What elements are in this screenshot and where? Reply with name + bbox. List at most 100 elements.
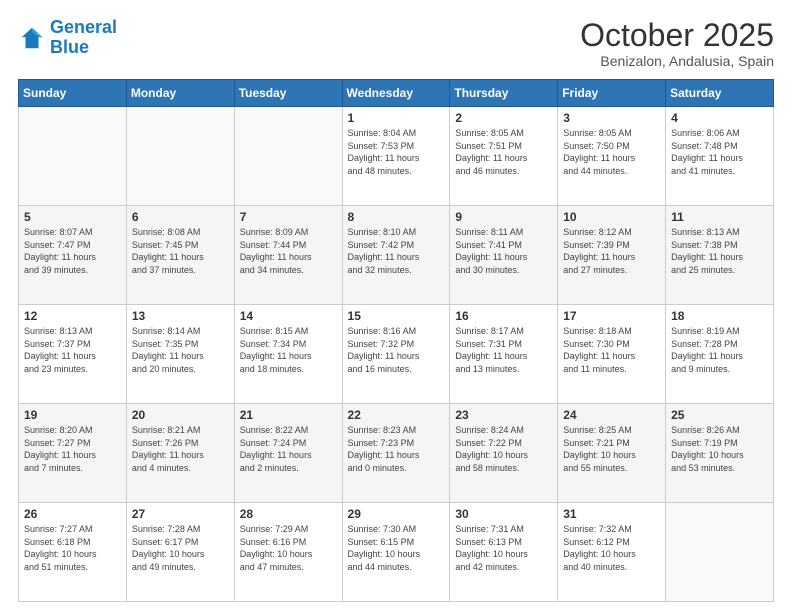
calendar-cell: 18 Sunrise: 8:19 AM Sunset: 7:28 PM Dayli… [666, 305, 774, 404]
calendar-cell: 5 Sunrise: 8:07 AM Sunset: 7:47 PM Daylig… [19, 206, 127, 305]
calendar-cell: 12Sunrise: 8:13 AM Sunset: 7:37 PM Dayli… [19, 305, 127, 404]
calendar-cell: 14 Sunrise: 8:15 AM Sunset: 7:34 PM Dayli… [234, 305, 342, 404]
calendar-cell: 8 Sunrise: 8:10 AM Sunset: 7:42 PM Daylig… [342, 206, 450, 305]
calendar-cell: 16 Sunrise: 8:17 AM Sunset: 7:31 PM Dayli… [450, 305, 558, 404]
day-info: Sunrise: 8:17 AM Sunset: 7:31 PM Dayligh… [455, 325, 552, 375]
calendar-cell: 22 Sunrise: 8:23 AM Sunset: 7:23 PM Dayli… [342, 404, 450, 503]
day-info: Sunrise: 8:10 AM Sunset: 7:42 PM Dayligh… [348, 226, 445, 276]
calendar-day-header: Tuesday [234, 80, 342, 107]
day-info: Sunrise: 8:08 AM Sunset: 7:45 PM Dayligh… [132, 226, 229, 276]
calendar-cell: 11Sunrise: 8:13 AM Sunset: 7:38 PM Dayli… [666, 206, 774, 305]
day-info: Sunrise: 8:16 AM Sunset: 7:32 PM Dayligh… [348, 325, 445, 375]
day-info: Sunrise: 7:27 AM Sunset: 6:18 PM Dayligh… [24, 523, 121, 573]
day-number: 4 [671, 111, 768, 125]
calendar-cell: 3 Sunrise: 8:05 AM Sunset: 7:50 PM Daylig… [558, 107, 666, 206]
header: General Blue October 2025 Benizalon, And… [18, 18, 774, 69]
calendar-header-row: SundayMondayTuesdayWednesdayThursdayFrid… [19, 80, 774, 107]
day-info: Sunrise: 8:09 AM Sunset: 7:44 PM Dayligh… [240, 226, 337, 276]
calendar-day-header: Monday [126, 80, 234, 107]
calendar-day-header: Saturday [666, 80, 774, 107]
calendar-day-header: Friday [558, 80, 666, 107]
calendar-day-header: Sunday [19, 80, 127, 107]
calendar-cell: 26Sunrise: 7:27 AM Sunset: 6:18 PM Dayli… [19, 503, 127, 602]
calendar-week-row: 12Sunrise: 8:13 AM Sunset: 7:37 PM Dayli… [19, 305, 774, 404]
subtitle: Benizalon, Andalusia, Spain [580, 53, 774, 69]
calendar-cell [126, 107, 234, 206]
calendar-cell: 9 Sunrise: 8:11 AM Sunset: 7:41 PM Daylig… [450, 206, 558, 305]
calendar-cell: 2Sunrise: 8:05 AM Sunset: 7:51 PM Daylig… [450, 107, 558, 206]
day-number: 31 [563, 507, 660, 521]
title-area: October 2025 Benizalon, Andalusia, Spain [580, 18, 774, 69]
calendar-cell: 30Sunrise: 7:31 AM Sunset: 6:13 PM Dayli… [450, 503, 558, 602]
calendar-cell [234, 107, 342, 206]
calendar-week-row: 5 Sunrise: 8:07 AM Sunset: 7:47 PM Daylig… [19, 206, 774, 305]
day-info: Sunrise: 7:32 AM Sunset: 6:12 PM Dayligh… [563, 523, 660, 573]
day-number: 17 [563, 309, 660, 323]
calendar-cell: 27Sunrise: 7:28 AM Sunset: 6:17 PM Dayli… [126, 503, 234, 602]
calendar-cell [19, 107, 127, 206]
logo-icon [18, 24, 46, 52]
day-number: 18 [671, 309, 768, 323]
calendar-week-row: 19Sunrise: 8:20 AM Sunset: 7:27 PM Dayli… [19, 404, 774, 503]
day-info: Sunrise: 8:24 AM Sunset: 7:22 PM Dayligh… [455, 424, 552, 474]
day-number: 25 [671, 408, 768, 422]
calendar-cell: 10 Sunrise: 8:12 AM Sunset: 7:39 PM Dayli… [558, 206, 666, 305]
day-number: 29 [348, 507, 445, 521]
day-info: Sunrise: 8:21 AM Sunset: 7:26 PM Dayligh… [132, 424, 229, 474]
day-number: 3 [563, 111, 660, 125]
calendar-cell: 29Sunrise: 7:30 AM Sunset: 6:15 PM Dayli… [342, 503, 450, 602]
day-number: 8 [348, 210, 445, 224]
calendar-cell: 25 Sunrise: 8:26 AM Sunset: 7:19 PM Dayli… [666, 404, 774, 503]
day-number: 23 [455, 408, 552, 422]
day-number: 24 [563, 408, 660, 422]
calendar-cell: 21 Sunrise: 8:22 AM Sunset: 7:24 PM Dayli… [234, 404, 342, 503]
day-info: Sunrise: 8:14 AM Sunset: 7:35 PM Dayligh… [132, 325, 229, 375]
day-number: 22 [348, 408, 445, 422]
day-info: Sunrise: 8:05 AM Sunset: 7:51 PM Dayligh… [455, 127, 552, 177]
day-number: 14 [240, 309, 337, 323]
day-info: Sunrise: 8:23 AM Sunset: 7:23 PM Dayligh… [348, 424, 445, 474]
day-number: 12 [24, 309, 121, 323]
day-number: 30 [455, 507, 552, 521]
day-number: 1 [348, 111, 445, 125]
day-number: 9 [455, 210, 552, 224]
day-info: Sunrise: 8:05 AM Sunset: 7:50 PM Dayligh… [563, 127, 660, 177]
calendar-week-row: 1 Sunrise: 8:04 AM Sunset: 7:53 PM Daylig… [19, 107, 774, 206]
day-number: 13 [132, 309, 229, 323]
day-info: Sunrise: 8:06 AM Sunset: 7:48 PM Dayligh… [671, 127, 768, 177]
day-number: 21 [240, 408, 337, 422]
day-info: Sunrise: 8:13 AM Sunset: 7:38 PM Dayligh… [671, 226, 768, 276]
day-number: 15 [348, 309, 445, 323]
page: General Blue October 2025 Benizalon, And… [0, 0, 792, 612]
calendar-day-header: Wednesday [342, 80, 450, 107]
day-number: 5 [24, 210, 121, 224]
logo-line2: Blue [50, 37, 89, 57]
day-number: 28 [240, 507, 337, 521]
calendar-cell: 13 Sunrise: 8:14 AM Sunset: 7:35 PM Dayli… [126, 305, 234, 404]
day-info: Sunrise: 8:18 AM Sunset: 7:30 PM Dayligh… [563, 325, 660, 375]
calendar-cell: 4 Sunrise: 8:06 AM Sunset: 7:48 PM Daylig… [666, 107, 774, 206]
calendar-cell: 20Sunrise: 8:21 AM Sunset: 7:26 PM Dayli… [126, 404, 234, 503]
main-title: October 2025 [580, 18, 774, 53]
calendar-cell: 28Sunrise: 7:29 AM Sunset: 6:16 PM Dayli… [234, 503, 342, 602]
calendar-cell: 6Sunrise: 8:08 AM Sunset: 7:45 PM Daylig… [126, 206, 234, 305]
day-number: 16 [455, 309, 552, 323]
day-number: 10 [563, 210, 660, 224]
logo-line1: General [50, 17, 117, 37]
day-info: Sunrise: 8:19 AM Sunset: 7:28 PM Dayligh… [671, 325, 768, 375]
day-info: Sunrise: 8:26 AM Sunset: 7:19 PM Dayligh… [671, 424, 768, 474]
day-info: Sunrise: 8:07 AM Sunset: 7:47 PM Dayligh… [24, 226, 121, 276]
calendar-cell: 23 Sunrise: 8:24 AM Sunset: 7:22 PM Dayli… [450, 404, 558, 503]
day-info: Sunrise: 8:04 AM Sunset: 7:53 PM Dayligh… [348, 127, 445, 177]
day-info: Sunrise: 8:15 AM Sunset: 7:34 PM Dayligh… [240, 325, 337, 375]
calendar-cell: 17 Sunrise: 8:18 AM Sunset: 7:30 PM Dayli… [558, 305, 666, 404]
day-info: Sunrise: 8:11 AM Sunset: 7:41 PM Dayligh… [455, 226, 552, 276]
day-info: Sunrise: 7:28 AM Sunset: 6:17 PM Dayligh… [132, 523, 229, 573]
day-number: 19 [24, 408, 121, 422]
day-number: 7 [240, 210, 337, 224]
day-info: Sunrise: 8:22 AM Sunset: 7:24 PM Dayligh… [240, 424, 337, 474]
calendar-cell: 24Sunrise: 8:25 AM Sunset: 7:21 PM Dayli… [558, 404, 666, 503]
day-info: Sunrise: 8:12 AM Sunset: 7:39 PM Dayligh… [563, 226, 660, 276]
logo-text: General Blue [50, 18, 117, 58]
calendar-week-row: 26Sunrise: 7:27 AM Sunset: 6:18 PM Dayli… [19, 503, 774, 602]
